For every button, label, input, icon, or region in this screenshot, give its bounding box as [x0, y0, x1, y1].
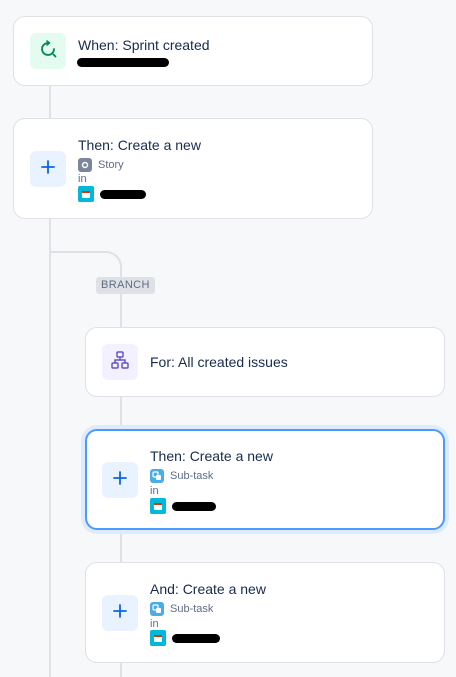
- sprint-icon: [38, 39, 58, 64]
- in-label: in: [150, 618, 159, 630]
- connector-line: [120, 662, 122, 677]
- project-name-redacted: [100, 189, 146, 199]
- project-icon: [78, 186, 94, 202]
- action-card-create-story[interactable]: Then: Create a new Story in: [13, 118, 373, 219]
- branch-card[interactable]: For: All created issues: [85, 327, 445, 397]
- action-title: Then: Create a new: [78, 137, 201, 153]
- plus-icon: [112, 603, 128, 624]
- project-icon: [150, 630, 166, 646]
- action-title: Then: Create a new: [150, 448, 273, 464]
- connector-line: [120, 290, 122, 328]
- plus-icon: [112, 470, 128, 491]
- issue-type-label: Sub-task: [170, 470, 214, 482]
- connector-line: [120, 396, 122, 430]
- action-card-create-subtask-2[interactable]: And: Create a new Sub-task in: [85, 562, 445, 663]
- branch-label: BRANCH: [96, 277, 155, 294]
- issue-type-label: Story: [98, 159, 124, 171]
- branch-icon: [110, 350, 130, 375]
- trigger-description-redacted: [77, 58, 169, 67]
- trigger-title: When: Sprint created: [78, 37, 210, 53]
- project-name-redacted: [172, 633, 220, 643]
- in-label: in: [78, 173, 87, 185]
- branch-icon-box: [102, 344, 138, 380]
- story-icon: [78, 158, 92, 172]
- connector-line: [120, 530, 122, 563]
- action-icon-box: [102, 462, 138, 498]
- issue-type-label: Sub-task: [170, 603, 214, 615]
- action-title: And: Create a new: [150, 581, 266, 597]
- trigger-card[interactable]: When: Sprint created: [13, 16, 373, 86]
- branch-title: For: All created issues: [150, 354, 288, 370]
- action-card-create-subtask[interactable]: Then: Create a new Sub-task in: [85, 429, 445, 530]
- in-label: in: [150, 485, 159, 497]
- plus-icon: [40, 159, 56, 180]
- action-icon-box: [30, 151, 66, 187]
- connector-line: [49, 85, 51, 119]
- project-icon: [150, 498, 166, 514]
- subtask-icon: [150, 469, 164, 483]
- subtask-icon: [150, 602, 164, 616]
- action-icon-box: [102, 595, 138, 631]
- trigger-icon-box: [30, 33, 66, 69]
- project-name-redacted: [172, 501, 216, 511]
